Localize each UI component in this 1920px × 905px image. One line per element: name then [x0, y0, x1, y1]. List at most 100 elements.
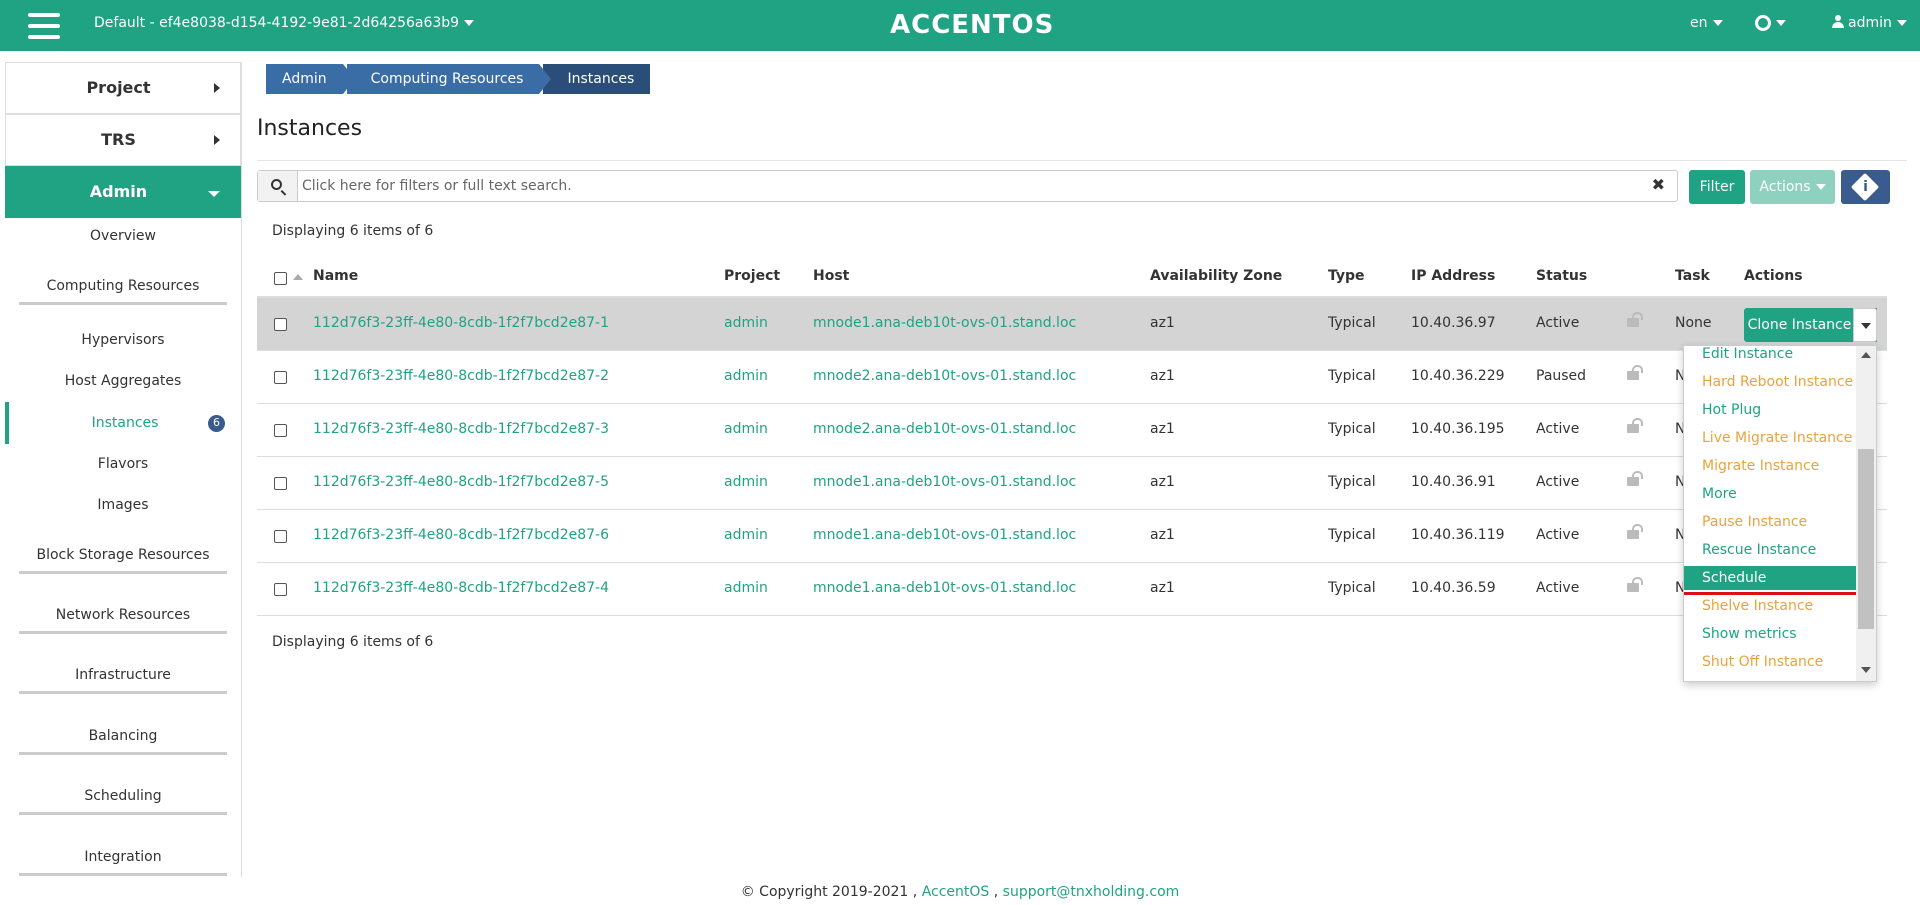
search-input[interactable]	[302, 174, 1622, 198]
menu-item-hard-reboot-instance[interactable]: Hard Reboot Instance	[1684, 370, 1856, 394]
instance-name-link[interactable]: 112d76f3-23ff-4e80-8cdb-1f2f7bcd2e87-3	[313, 421, 609, 437]
menu-item-shelve-instance[interactable]: Shelve Instance	[1684, 594, 1856, 618]
column-host[interactable]: Host	[813, 268, 849, 284]
menu-toggle-icon[interactable]	[28, 13, 60, 39]
project-selector[interactable]: Default - ef4e8038-d154-4192-9e81-2d6425…	[94, 15, 475, 31]
sidebar-section-trs[interactable]: TRS	[5, 114, 241, 166]
table-row[interactable]: 112d76f3-23ff-4e80-8cdb-1f2f7bcd2e87-6 ad…	[257, 510, 1887, 563]
table-row[interactable]: 112d76f3-23ff-4e80-8cdb-1f2f7bcd2e87-4 ad…	[257, 563, 1887, 616]
sidebar-section-project[interactable]: Project	[5, 62, 241, 114]
host-link[interactable]: mnode2.ana-deb10t-ovs-01.stand.loc	[813, 368, 1076, 384]
scroll-thumb[interactable]	[1858, 449, 1874, 629]
filter-button[interactable]: Filter	[1689, 170, 1745, 204]
sidebar-item-instances[interactable]: Instances 6	[5, 402, 241, 444]
status-text: Active	[1536, 580, 1580, 596]
instance-name-link[interactable]: 112d76f3-23ff-4e80-8cdb-1f2f7bcd2e87-1	[313, 315, 609, 331]
support-email-link[interactable]: support@tnxholding.com	[1003, 884, 1180, 900]
menu-item-show-metrics[interactable]: Show metrics	[1684, 622, 1856, 646]
user-menu[interactable]: admin	[1832, 15, 1907, 31]
clear-icon[interactable]: ✖	[1652, 175, 1665, 194]
column-status[interactable]: Status	[1536, 268, 1587, 284]
column-availability-zone[interactable]: Availability Zone	[1150, 268, 1282, 284]
menu-item-edit-instance[interactable]: Edit Instance	[1684, 346, 1856, 366]
row-checkbox[interactable]	[274, 477, 287, 490]
sidebar-item-overview[interactable]: Overview	[5, 228, 241, 244]
table-row[interactable]: 112d76f3-23ff-4e80-8cdb-1f2f7bcd2e87-1 ad…	[257, 298, 1887, 351]
menu-item-migrate-instance[interactable]: Migrate Instance	[1684, 454, 1856, 478]
sidebar-item-images[interactable]: Images	[5, 497, 241, 513]
lock-icon[interactable]	[1627, 577, 1643, 592]
sidebar-item-scheduling[interactable]: Scheduling	[5, 788, 241, 815]
project-link[interactable]: admin	[724, 474, 768, 490]
lock-icon[interactable]	[1627, 312, 1643, 327]
top-bar: Default - ef4e8038-d154-4192-9e81-2d6425…	[0, 0, 1920, 51]
sidebar-section-admin[interactable]: Admin	[5, 166, 241, 218]
select-all-checkbox[interactable]	[274, 272, 287, 285]
row-checkbox[interactable]	[274, 530, 287, 543]
info-button[interactable]: i	[1841, 170, 1890, 204]
instance-name-link[interactable]: 112d76f3-23ff-4e80-8cdb-1f2f7bcd2e87-5	[313, 474, 609, 490]
column-ip-address[interactable]: IP Address	[1411, 268, 1495, 284]
table-row[interactable]: 112d76f3-23ff-4e80-8cdb-1f2f7bcd2e87-3 ad…	[257, 404, 1887, 457]
instance-name-link[interactable]: 112d76f3-23ff-4e80-8cdb-1f2f7bcd2e87-2	[313, 368, 609, 384]
search-button[interactable]	[258, 171, 298, 201]
actions-button[interactable]: Actions	[1750, 170, 1835, 204]
sidebar-item-block-storage[interactable]: Block Storage Resources	[5, 547, 241, 574]
sidebar-item-network-resources[interactable]: Network Resources	[5, 607, 241, 634]
instance-name-link[interactable]: 112d76f3-23ff-4e80-8cdb-1f2f7bcd2e87-4	[313, 580, 609, 596]
menu-item-more[interactable]: More	[1684, 482, 1856, 506]
host-link[interactable]: mnode1.ana-deb10t-ovs-01.stand.loc	[813, 315, 1076, 331]
project-link[interactable]: admin	[724, 580, 768, 596]
column-project[interactable]: Project	[724, 268, 780, 284]
host-link[interactable]: mnode1.ana-deb10t-ovs-01.stand.loc	[813, 580, 1076, 596]
column-name[interactable]: Name	[313, 268, 358, 284]
project-link[interactable]: admin	[724, 527, 768, 543]
sidebar-item-host-aggregates[interactable]: Host Aggregates	[5, 373, 241, 389]
scroll-down-icon[interactable]	[1861, 667, 1871, 673]
menu-item-schedule[interactable]: Schedule	[1684, 566, 1856, 590]
row-checkbox[interactable]	[274, 318, 287, 331]
project-link[interactable]: admin	[724, 421, 768, 437]
sidebar-item-flavors[interactable]: Flavors	[5, 456, 241, 472]
menu-scrollbar[interactable]	[1856, 346, 1876, 681]
menu-item-live-migrate-instance[interactable]: Live Migrate Instance	[1684, 426, 1856, 450]
menu-item-shut-off-instance[interactable]: Shut Off Instance	[1684, 650, 1856, 674]
lock-icon[interactable]	[1627, 471, 1643, 486]
instance-type: Typical	[1328, 580, 1376, 596]
sidebar-section-label: Project	[86, 78, 151, 97]
column-task[interactable]: Task	[1675, 268, 1710, 284]
sidebar-item-integration[interactable]: Integration	[5, 849, 241, 876]
project-link[interactable]: admin	[724, 368, 768, 384]
menu-item-pause-instance[interactable]: Pause Instance	[1684, 510, 1856, 534]
lock-icon[interactable]	[1627, 524, 1643, 539]
row-checkbox[interactable]	[274, 371, 287, 384]
breadcrumb-computing-resources[interactable]: Computing Resources	[346, 64, 552, 94]
table-row[interactable]: 112d76f3-23ff-4e80-8cdb-1f2f7bcd2e87-2 ad…	[257, 351, 1887, 404]
scroll-up-icon[interactable]	[1861, 352, 1871, 358]
lock-icon[interactable]	[1627, 365, 1643, 380]
sidebar-item-infrastructure[interactable]: Infrastructure	[5, 667, 241, 694]
accentos-link[interactable]: AccentOS	[922, 884, 990, 900]
host-link[interactable]: mnode1.ana-deb10t-ovs-01.stand.loc	[813, 527, 1076, 543]
host-link[interactable]: mnode1.ana-deb10t-ovs-01.stand.loc	[813, 474, 1076, 490]
instance-name-link[interactable]: 112d76f3-23ff-4e80-8cdb-1f2f7bcd2e87-6	[313, 527, 609, 543]
table-row[interactable]: 112d76f3-23ff-4e80-8cdb-1f2f7bcd2e87-5 ad…	[257, 457, 1887, 510]
breadcrumb-admin[interactable]: Admin	[266, 64, 355, 94]
sort-asc-icon[interactable]	[293, 274, 303, 280]
sidebar-item-computing-resources[interactable]: Computing Resources	[5, 278, 241, 305]
menu-item-rescue-instance[interactable]: Rescue Instance	[1684, 538, 1856, 562]
search-icon	[271, 179, 282, 190]
column-actions: Actions	[1744, 268, 1803, 284]
sidebar-item-balancing[interactable]: Balancing	[5, 728, 241, 755]
row-checkbox[interactable]	[274, 583, 287, 596]
sidebar-item-hypervisors[interactable]: Hypervisors	[5, 332, 241, 348]
project-link[interactable]: admin	[724, 315, 768, 331]
settings-menu[interactable]	[1755, 15, 1786, 31]
menu-item-hot-plug[interactable]: Hot Plug	[1684, 398, 1856, 422]
language-selector[interactable]: en	[1690, 15, 1723, 31]
column-type[interactable]: Type	[1328, 268, 1365, 284]
lock-icon[interactable]	[1627, 418, 1643, 433]
row-checkbox[interactable]	[274, 424, 287, 437]
host-link[interactable]: mnode2.ana-deb10t-ovs-01.stand.loc	[813, 421, 1076, 437]
row-actions-toggle[interactable]	[1853, 308, 1877, 342]
